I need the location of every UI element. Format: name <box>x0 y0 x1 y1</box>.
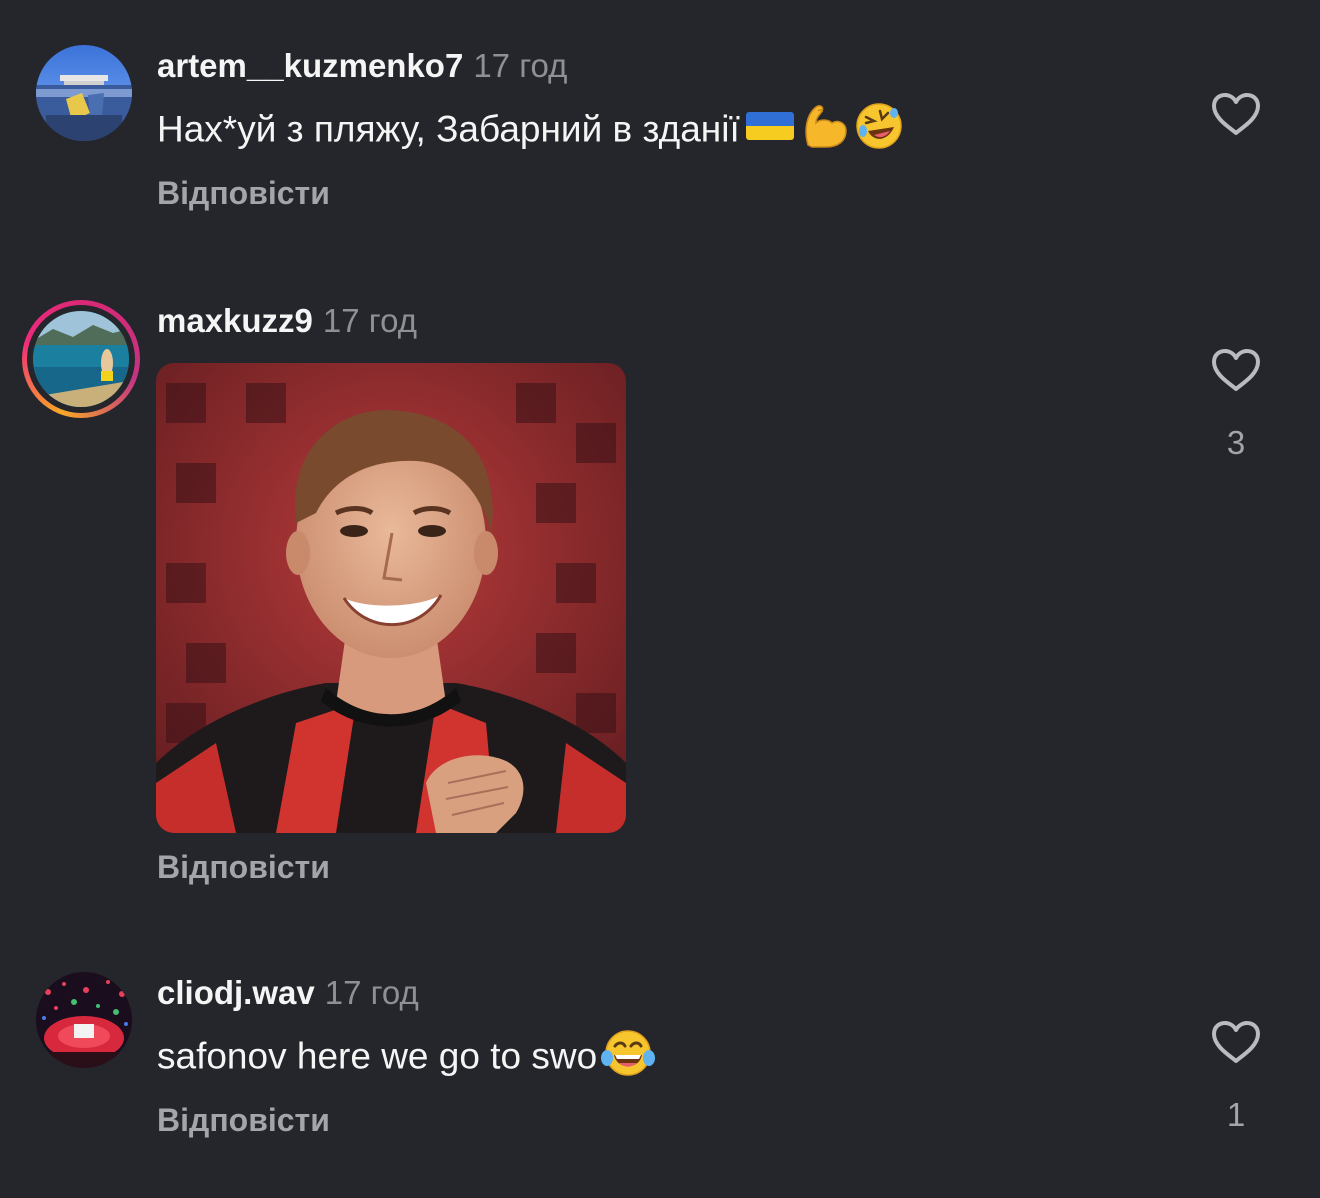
comment-header: cliodj.wav 17 год <box>157 973 419 1013</box>
tears-of-joy-icon <box>601 1028 656 1089</box>
comment-text: safonov here we go to swo <box>157 1028 656 1089</box>
heart-icon <box>1212 1021 1260 1063</box>
avatar[interactable] <box>36 972 132 1068</box>
reply-button[interactable]: Відповісти <box>157 1100 330 1140</box>
like-count: 1 <box>1226 1096 1246 1133</box>
comment-item: cliodj.wav 17 год safonov here we go to s… <box>0 0 1320 1198</box>
timestamp: 17 год <box>324 974 419 1011</box>
comment-text-body: safonov here we go to swo <box>157 1035 598 1077</box>
like-button[interactable] <box>1210 1019 1262 1065</box>
username[interactable]: cliodj.wav <box>157 974 315 1011</box>
